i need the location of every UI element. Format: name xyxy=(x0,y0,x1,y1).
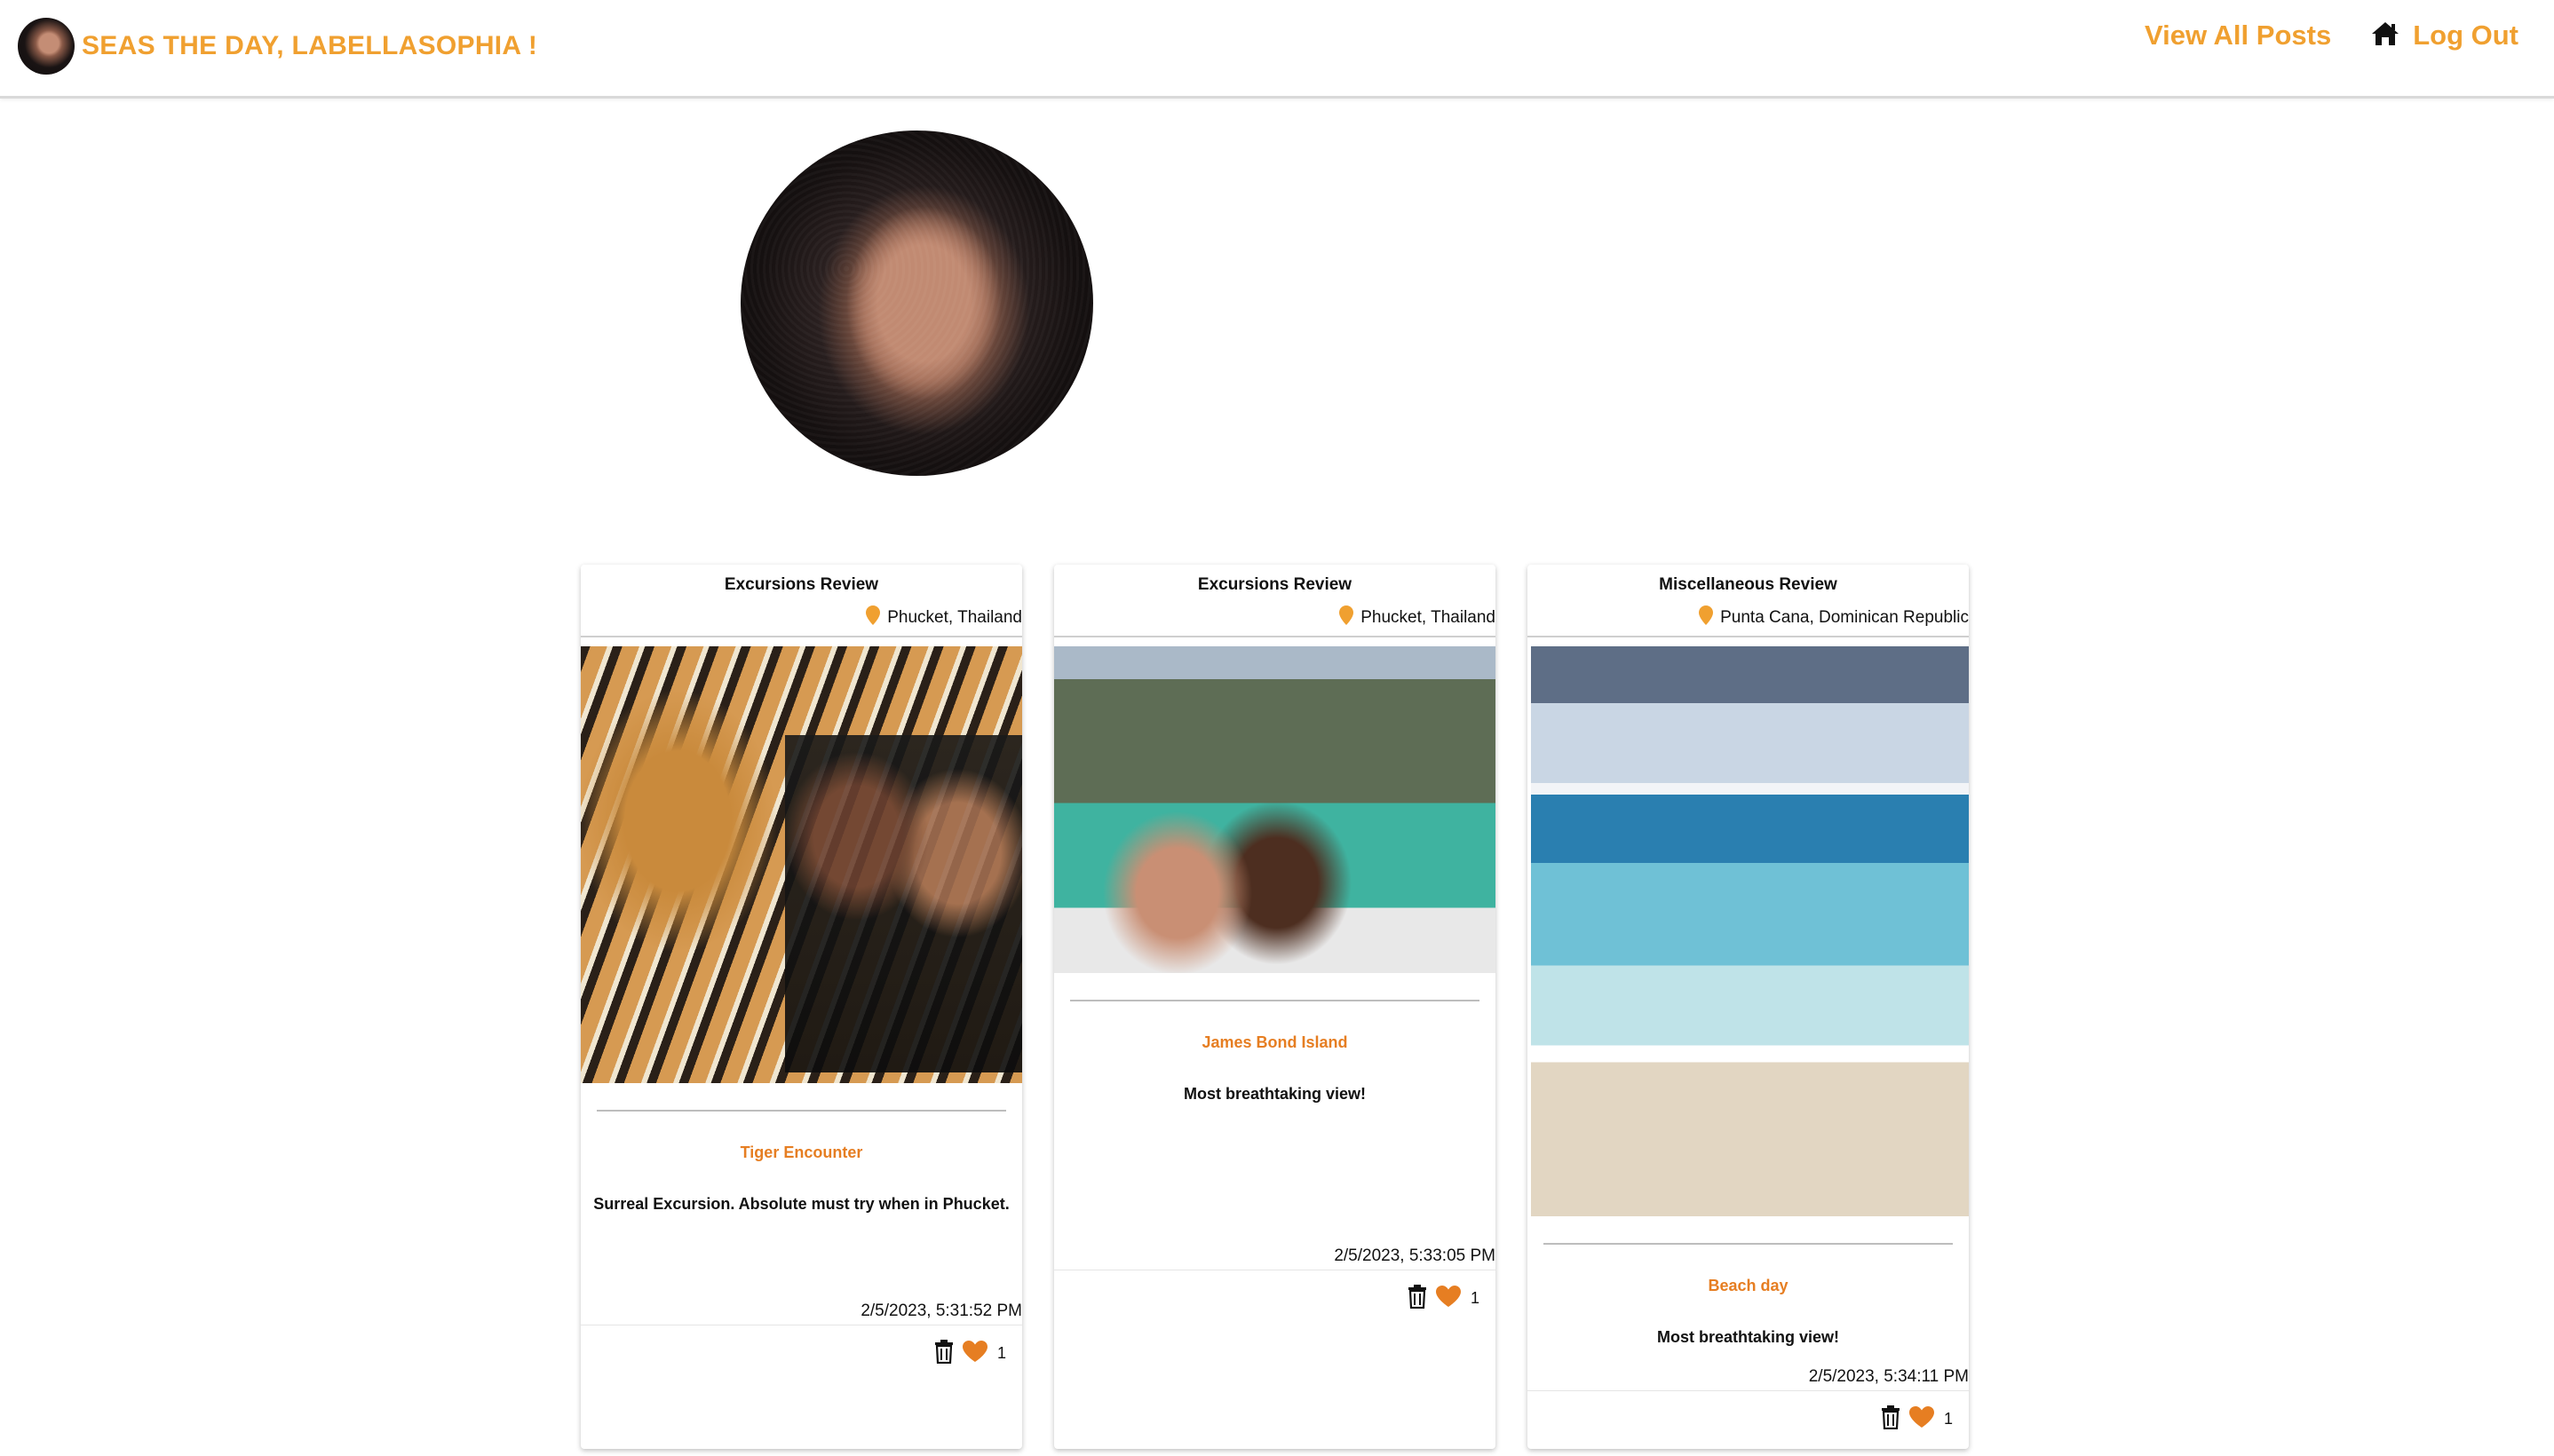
card-header: Excursions Review Phucket, Thailand xyxy=(581,565,1022,637)
post-description: Surreal Excursion. Absolute must try whe… xyxy=(593,1195,1010,1213)
card-divider xyxy=(1543,1243,1953,1245)
post-date: 2/5/2023, 5:33:05 PM xyxy=(1334,1246,1495,1265)
delete-trash-icon[interactable] xyxy=(933,1339,955,1368)
card-divider xyxy=(597,1110,1006,1112)
post-image xyxy=(1054,646,1495,973)
post-actions: 1 xyxy=(1880,1405,1953,1434)
post-date: 2/5/2023, 5:31:52 PM xyxy=(861,1302,1022,1320)
brand: SEAS THE DAY, LABELLASOPHIA ! xyxy=(18,18,537,75)
location-pin-icon xyxy=(1339,605,1354,630)
top-navbar: SEAS THE DAY, LABELLASOPHIA ! View All P… xyxy=(0,0,2554,99)
post-location: Punta Cana, Dominican Republic xyxy=(1699,605,1969,630)
profile-photo xyxy=(741,131,1093,476)
post-description: Most breathtaking view! xyxy=(1656,1328,1840,1346)
location-pin-icon xyxy=(1699,605,1714,630)
post-image xyxy=(581,646,1022,1083)
like-heart-icon[interactable] xyxy=(1908,1405,1935,1433)
post-card: Miscellaneous Review Punta Cana, Dominic… xyxy=(1527,565,1969,1449)
card-header: Excursions Review Phucket, Thailand xyxy=(1054,565,1495,637)
view-all-posts-link[interactable]: View All Posts xyxy=(2145,20,2331,51)
location-text: Phucket, Thailand xyxy=(1360,608,1495,627)
post-actions: 1 xyxy=(1407,1284,1479,1313)
post-type: Excursions Review xyxy=(724,575,879,594)
like-heart-icon[interactable] xyxy=(1435,1285,1462,1312)
location-pin-icon xyxy=(866,605,881,630)
like-heart-icon[interactable] xyxy=(962,1340,988,1367)
post-date: 2/5/2023, 5:34:11 PM xyxy=(1808,1367,1969,1386)
card-header: Miscellaneous Review Punta Cana, Dominic… xyxy=(1527,565,1969,637)
post-card: Excursions Review Phucket, Thailand Jame… xyxy=(1054,565,1495,1449)
post-type: Miscellaneous Review xyxy=(1659,575,1837,594)
delete-trash-icon[interactable] xyxy=(1880,1405,1901,1434)
like-count: 1 xyxy=(1470,1289,1479,1307)
delete-trash-icon[interactable] xyxy=(1407,1284,1428,1313)
user-avatar xyxy=(18,18,75,75)
post-image xyxy=(1531,646,1969,1216)
nav-links: View All Posts Log Out xyxy=(2145,20,2518,51)
post-title: Tiger Encounter xyxy=(740,1143,863,1161)
post-card: Excursions Review Phucket, Thailand Tige… xyxy=(581,565,1022,1449)
post-title: Beach day xyxy=(1708,1277,1789,1294)
like-count: 1 xyxy=(996,1344,1006,1362)
log-out-link[interactable]: Log Out xyxy=(2413,20,2518,51)
post-actions: 1 xyxy=(933,1339,1006,1368)
card-divider xyxy=(1070,1000,1479,1001)
location-text: Punta Cana, Dominican Republic xyxy=(1720,608,1969,627)
welcome-title: SEAS THE DAY, LABELLASOPHIA ! xyxy=(82,31,538,60)
post-title: James Bond Island xyxy=(1202,1033,1348,1051)
post-type: Excursions Review xyxy=(1197,575,1352,594)
location-text: Phucket, Thailand xyxy=(887,608,1022,627)
post-location: Phucket, Thailand xyxy=(866,605,1022,630)
home-icon[interactable] xyxy=(2370,20,2400,51)
post-description: Most breathtaking view! xyxy=(1183,1085,1367,1103)
card-footer-divider xyxy=(1527,1390,1969,1391)
like-count: 1 xyxy=(1943,1410,1953,1428)
post-location: Phucket, Thailand xyxy=(1339,605,1495,630)
